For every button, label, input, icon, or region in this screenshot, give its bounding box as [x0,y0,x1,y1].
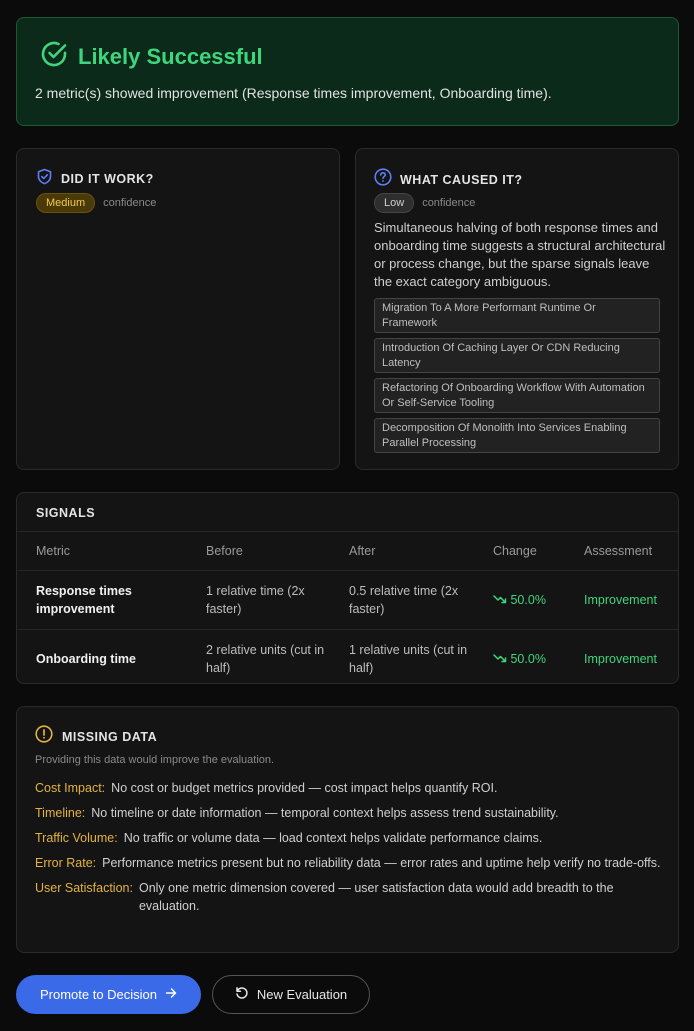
column-header: Assessment [584,543,653,558]
banner-message: 2 metric(s) showed improvement (Response… [35,85,552,101]
cause-tag: Introduction Of Caching Layer Or CDN Red… [374,338,660,373]
column-header: Change [493,543,537,558]
alert-circle-icon [35,725,53,748]
trending-down-icon [493,593,507,607]
promote-to-decision-button[interactable]: Promote to Decision [16,975,201,1014]
what-caused-card: WHAT CAUSED IT? Low confidence Simultane… [355,148,679,470]
cause-tag: Decomposition Of Monolith Into Services … [374,418,660,453]
cause-tag: Migration To A More Performant Runtime O… [374,298,660,333]
trending-down-icon [493,652,507,666]
confidence-label: confidence [103,197,157,209]
list-item: Traffic Volume: No traffic or volume dat… [35,829,663,847]
missing-data-header: MISSING DATA [35,725,157,748]
signals-table-wrap: Metric Before After Change Assessment Re… [17,531,678,688]
new-evaluation-label: New Evaluation [256,987,348,1002]
table-row: Onboarding time 2 relative units (cut in… [17,628,678,688]
did-it-work-card: DID IT WORK? Medium confidence [16,148,340,470]
before-cell: 1 relative time (2x faster) [206,569,349,629]
missing-data-list: Cost Impact: No cost or budget metrics p… [35,779,663,922]
shield-check-icon [36,168,53,190]
list-item: Timeline: No timeline or date informatio… [35,804,663,822]
did-it-work-confidence: Medium confidence [36,193,156,213]
missing-text: No traffic or volume data — load context… [123,831,543,845]
confidence-label: confidence [422,197,476,209]
missing-key: Cost Impact: [35,781,106,795]
missing-text: No timeline or date information — tempor… [91,806,559,820]
column-header: Before [206,543,243,558]
confidence-badge: Low [374,193,415,213]
confidence-badge: Medium [36,193,96,213]
missing-key: Traffic Volume: [35,831,118,845]
missing-key: Timeline: [35,806,86,820]
list-item: User Satisfaction: Only one metric dimen… [35,879,663,915]
list-item: Cost Impact: No cost or budget metrics p… [35,779,663,797]
missing-data-subtitle: Providing this data would improve the ev… [35,754,275,766]
banner-header: Likely Successful [40,40,263,73]
what-caused-confidence: Low confidence [374,193,475,213]
missing-text: No cost or budget metrics provided — cos… [111,781,498,795]
change-value: 50.0% [510,651,546,666]
table-row: Response times improvement 1 relative ti… [17,569,678,629]
banner-title: Likely Successful [78,43,263,69]
missing-data-title: MISSING DATA [62,729,158,744]
cause-tag: Refactoring Of Onboarding Workflow With … [374,378,660,413]
result-banner: Likely Successful 2 metric(s) showed imp… [16,17,679,126]
after-cell: 0.5 relative time (2x faster) [349,569,493,629]
refresh-icon [235,986,249,1003]
after-cell: 1 relative units (cut in half) [349,628,493,688]
missing-key: Error Rate: [35,856,97,870]
change-cell: 50.0% [493,569,584,629]
promote-label: Promote to Decision [39,987,158,1002]
metric-cell: Onboarding time [17,628,206,688]
did-it-work-title: DID IT WORK? [61,172,154,186]
missing-data-card: MISSING DATA Providing this data would i… [16,706,679,953]
did-it-work-header: DID IT WORK? [36,168,154,190]
table-header: Metric Before After Change Assessment [17,532,678,570]
cause-list: Migration To A More Performant Runtime O… [374,298,660,458]
signals-title: SIGNALS [36,506,96,520]
assessment-cell: Improvement [584,569,678,629]
change-cell: 50.0% [493,628,584,688]
column-header: After [349,543,376,558]
list-item: Error Rate: Performance metrics present … [35,854,663,872]
what-caused-header: WHAT CAUSED IT? [374,168,523,191]
cause-description: Simultaneous halving of both response ti… [374,220,666,289]
signals-card: SIGNALS Metric Before After Change Asses… [16,492,679,688]
signals-table: Metric Before After Change Assessment Re… [17,532,678,688]
metric-cell: Response times improvement [17,569,206,629]
change-value: 50.0% [510,592,546,607]
question-circle-icon [374,168,392,191]
new-evaluation-button[interactable]: New Evaluation [212,975,370,1014]
missing-key: User Satisfaction: [35,881,133,895]
missing-text: Only one metric dimension covered — user… [138,881,614,913]
assessment-cell: Improvement [584,628,678,688]
arrow-right-icon [165,987,177,1002]
before-cell: 2 relative units (cut in half) [206,628,349,688]
check-circle-icon [40,40,68,73]
column-header: Metric [36,543,71,558]
missing-text: Performance metrics present but no relia… [102,856,661,870]
what-caused-title: WHAT CAUSED IT? [400,172,523,187]
